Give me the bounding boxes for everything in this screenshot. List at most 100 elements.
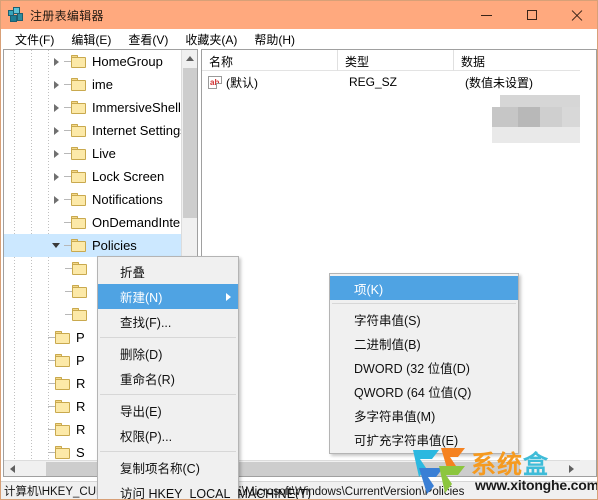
column-header-name[interactable]: 名称 [202,50,338,71]
collapse-chevron-icon[interactable] [48,234,64,257]
tree-connector [64,222,71,223]
list-vertical-scrollbar[interactable] [580,50,596,460]
tree-item-live[interactable]: Live [4,142,182,165]
list-hscroll-thumb[interactable] [220,462,520,476]
window-controls [464,1,597,29]
expand-chevron-icon[interactable] [48,188,64,211]
expand-chevron-icon[interactable] [48,165,64,188]
folder-icon [71,193,87,206]
tree-item-label: R [76,422,86,437]
tree-connector [64,130,71,131]
tree-item-label: P [76,353,85,368]
context-menu[interactable]: 折叠 新建(N) 查找(F)... 删除(D) 重命名(R) 导出(E) 权限(… [97,256,311,499]
submenu-item-key[interactable]: 项(K) [330,276,518,300]
tree-item-internet-settings[interactable]: Internet Settings [4,119,182,142]
table-row[interactable]: ab (默认) REG_SZ (数值未设置) [202,71,596,93]
tree-item-immersiveshell[interactable]: ImmersiveShell [4,96,182,119]
submenu-item-expandable-string-value[interactable]: 可扩充字符串值(E) [330,427,518,451]
registry-editor-icon [8,7,24,23]
menu-edit[interactable]: 编辑(E) [63,29,120,50]
value-data: (数值未设置) [465,75,533,90]
tree-item-notifications[interactable]: Notifications [4,188,182,211]
tree-connector [65,314,72,315]
minimize-button[interactable] [464,1,509,29]
submenu-separator [332,303,516,304]
expand-chevron-icon[interactable] [48,50,64,73]
submenu-item-multi-string-value[interactable]: 多字符串值(M) [330,403,518,427]
column-header-type[interactable]: 类型 [338,50,454,71]
close-button[interactable] [554,1,597,29]
folder-icon [55,446,71,459]
scroll-left-arrow-icon[interactable] [4,461,21,476]
folder-icon [71,239,87,252]
registry-editor-window: 注册表编辑器 文件(F) 编辑(E) 查看(V) 收藏夹(A) 帮助(H) Ho… [0,0,598,500]
context-menu-item-delete[interactable]: 删除(D) [98,341,238,366]
submenu-item-qword-value[interactable]: QWORD (64 位值(Q) [330,379,518,403]
tree-item-label: R [76,399,86,414]
tree-connector [48,452,55,453]
tree-item-label: ime [92,77,113,92]
tree-item-label: P [76,330,85,345]
context-menu-item-new[interactable]: 新建(N) [98,284,238,309]
tree-item-label: Live [92,146,116,161]
submenu-item-binary-value[interactable]: 二进制值(B) [330,331,518,355]
scroll-up-arrow-icon[interactable] [182,50,197,67]
context-menu-item-permissions[interactable]: 权限(P)... [98,423,238,448]
tree-item-label: Internet Settings [92,123,182,138]
menu-file[interactable]: 文件(F) [7,29,63,50]
maximize-button[interactable] [509,1,554,29]
folder-icon [71,170,87,183]
tree-item-ondemandinterface[interactable]: OnDemandInterfa [4,211,182,234]
tree-connector [65,291,72,292]
redacted-region [492,95,587,143]
folder-icon [72,308,88,321]
context-menu-item-copy-key-name[interactable]: 复制项名称(C) [98,455,238,480]
folder-icon [55,400,71,413]
context-menu-item-new-label: 新建(N) [120,291,163,305]
tree-item-homegroup[interactable]: HomeGroup [4,50,182,73]
context-menu-item-rename[interactable]: 重命名(R) [98,366,238,391]
scroll-corner [580,460,596,476]
folder-icon [71,216,87,229]
scroll-right-arrow-icon[interactable] [563,461,580,476]
folder-icon [71,55,87,68]
tree-item-label: S [76,445,85,460]
title-bar: 注册表编辑器 [1,1,597,29]
expand-chevron-icon[interactable] [48,73,64,96]
submenu-item-string-value[interactable]: 字符串值(S) [330,307,518,331]
folder-icon [55,423,71,436]
tree-connector [64,61,71,62]
context-menu-item-find[interactable]: 查找(F)... [98,309,238,334]
context-menu-item-goto-hklm[interactable]: 访问 HKEY_LOCAL_MACHINE(T) [98,480,311,499]
menu-favorites[interactable]: 收藏夹(A) [177,29,246,50]
context-menu-separator [100,451,236,452]
folder-icon [72,262,88,275]
folder-icon [55,377,71,390]
folder-icon [71,78,87,91]
expand-chevron-icon[interactable] [48,142,64,165]
new-submenu[interactable]: 项(K) 字符串值(S) 二进制值(B) DWORD (32 位值(D) QWO… [329,273,519,454]
tree-item-lock-screen[interactable]: Lock Screen [4,165,182,188]
submenu-item-dword-value[interactable]: DWORD (32 位值(D) [330,355,518,379]
menu-help[interactable]: 帮助(H) [246,29,304,50]
context-menu-item-collapse[interactable]: 折叠 [98,259,238,284]
tree-item-policies[interactable]: Policies [4,234,182,257]
list-header-row: 名称 类型 数据 [202,50,596,71]
tree-connector [64,107,71,108]
value-name: (默认) [226,75,258,90]
tree-vscroll-thumb[interactable] [183,68,197,218]
list-horizontal-scrollbar[interactable] [202,460,580,476]
tree-connector [48,429,55,430]
menu-view[interactable]: 查看(V) [120,29,177,50]
expand-chevron-icon[interactable] [48,96,64,119]
column-header-data[interactable]: 数据 [454,50,594,71]
folder-icon [71,101,87,114]
tree-item-ime[interactable]: ime [4,73,182,96]
tree-item-label: Notifications [92,192,163,207]
folder-icon [71,147,87,160]
tree-connector [48,360,55,361]
expand-chevron-icon[interactable] [48,119,64,142]
tree-item-label: ImmersiveShell [92,100,181,115]
context-menu-item-export[interactable]: 导出(E) [98,398,238,423]
